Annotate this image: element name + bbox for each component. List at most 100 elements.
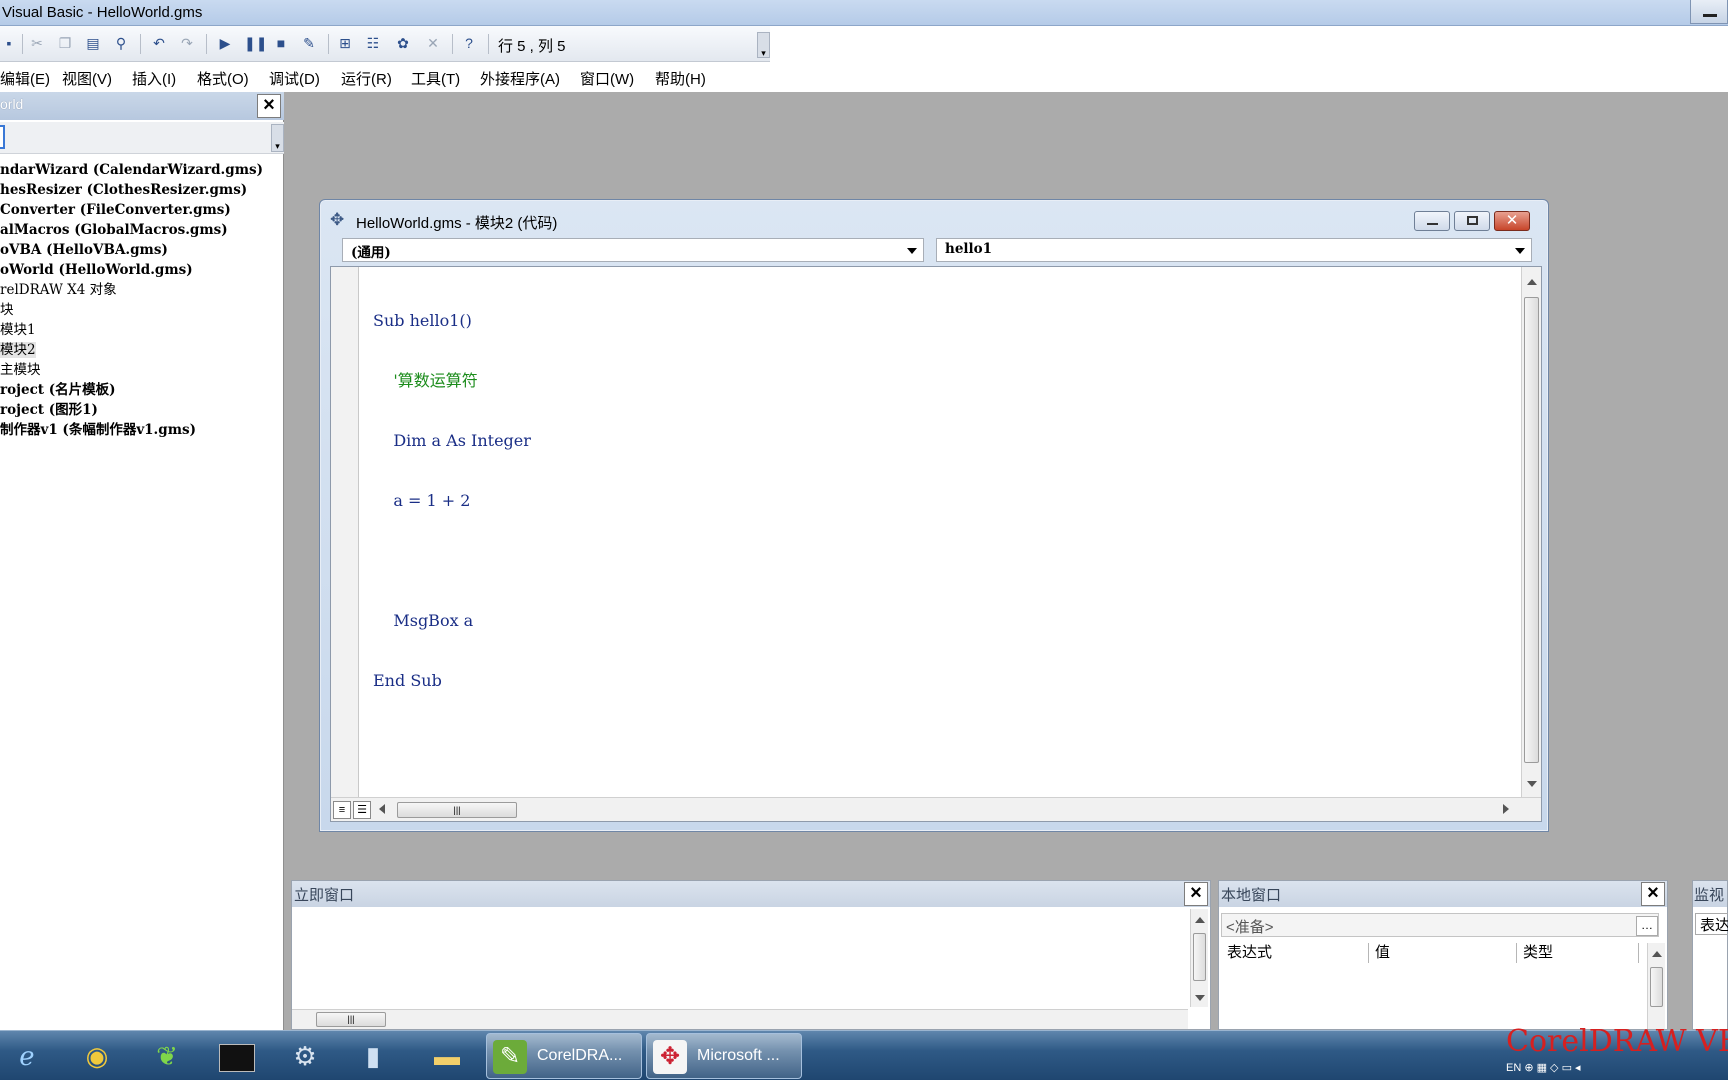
margin-indicator-bar[interactable] bbox=[331, 267, 359, 797]
run-icon[interactable]: ▶ bbox=[216, 34, 234, 52]
minimize-button[interactable] bbox=[1690, 0, 1728, 24]
column-header-type[interactable]: 类型 bbox=[1517, 943, 1639, 963]
undo-icon[interactable]: ↶ bbox=[150, 34, 168, 52]
settings-gear-icon[interactable]: ⚙ bbox=[282, 1036, 328, 1076]
call-stack-button[interactable]: … bbox=[1636, 916, 1658, 936]
scroll-up-icon[interactable] bbox=[1527, 279, 1537, 285]
paste-icon[interactable]: ▤ bbox=[84, 34, 102, 52]
reset-icon[interactable]: ■ bbox=[272, 34, 290, 52]
scroll-left-icon[interactable] bbox=[379, 804, 385, 814]
menu-help[interactable]: 帮助(H) bbox=[655, 68, 706, 89]
design-mode-icon[interactable]: ✎ bbox=[300, 34, 318, 52]
object-browser-icon[interactable]: ✿ bbox=[394, 34, 412, 52]
tree-node[interactable]: hesResizer (ClothesResizer.gms) bbox=[0, 180, 284, 200]
app-leaf-icon[interactable]: ❦ bbox=[144, 1036, 190, 1076]
internet-explorer-icon[interactable]: ℯ bbox=[4, 1036, 50, 1076]
vba-code-icon: ✥ bbox=[330, 210, 345, 229]
column-header-expression[interactable]: 表达 bbox=[1695, 913, 1728, 935]
tree-node-selected[interactable]: 模块2 bbox=[0, 340, 284, 360]
maximize-button[interactable] bbox=[1454, 211, 1490, 231]
tree-node[interactable]: roject (图形1) bbox=[0, 400, 284, 420]
scroll-up-icon[interactable] bbox=[1195, 917, 1205, 923]
break-icon[interactable]: ❚❚ bbox=[244, 34, 267, 52]
scroll-down-icon[interactable] bbox=[1527, 781, 1537, 787]
tree-node[interactable]: 块 bbox=[0, 300, 284, 320]
tree-node[interactable]: ndarWizard (CalendarWizard.gms) bbox=[0, 160, 284, 180]
tray-icons[interactable]: EN ⊕ ▦ ◇ ▭ ◂ bbox=[1506, 1061, 1581, 1074]
tree-node[interactable]: 模块1 bbox=[0, 320, 284, 340]
close-icon[interactable]: × bbox=[257, 94, 281, 118]
menu-tools[interactable]: 工具(T) bbox=[411, 68, 460, 89]
scroll-down-icon[interactable] bbox=[1195, 995, 1205, 1001]
menu-window[interactable]: 窗口(W) bbox=[580, 68, 634, 89]
properties-window-icon[interactable]: ☷ bbox=[364, 34, 382, 52]
menu-addins[interactable]: 外接程序(A) bbox=[480, 68, 560, 89]
scroll-thumb[interactable] bbox=[1650, 967, 1663, 1007]
code-line: MsgBox a bbox=[373, 611, 474, 630]
vertical-scrollbar[interactable] bbox=[1190, 909, 1208, 1007]
chevron-down-icon[interactable] bbox=[1515, 248, 1525, 254]
object-combo[interactable]: (通用) bbox=[342, 238, 924, 262]
watermark-text: CorelDRAW VBA bbox=[1506, 1024, 1728, 1059]
vertical-scrollbar[interactable] bbox=[1521, 267, 1541, 797]
close-button[interactable]: ✕ bbox=[1494, 211, 1530, 231]
tree-node[interactable]: 主模块 bbox=[0, 360, 284, 380]
column-header-expression[interactable]: 表达式 bbox=[1221, 943, 1369, 963]
scroll-thumb[interactable] bbox=[1193, 933, 1206, 981]
notepad-icon[interactable]: ▮ bbox=[350, 1036, 396, 1076]
menu-view[interactable]: 视图(V) bbox=[62, 68, 112, 89]
terminal-icon[interactable] bbox=[214, 1036, 260, 1076]
locals-window-title: 本地窗口 bbox=[1221, 887, 1282, 904]
menu-edit[interactable]: 编辑(E) bbox=[0, 68, 50, 89]
tree-node[interactable]: relDRAW X4 对象 bbox=[0, 280, 284, 300]
scroll-thumb[interactable]: ||| bbox=[316, 1012, 386, 1027]
menu-insert[interactable]: 插入(I) bbox=[132, 68, 176, 89]
menu-format[interactable]: 格式(O) bbox=[197, 68, 249, 89]
vertical-scrollbar[interactable] bbox=[1647, 943, 1665, 1029]
task-microsoft-vba[interactable]: ✥ Microsoft ... bbox=[646, 1033, 802, 1079]
toolbox-icon[interactable]: ✕ bbox=[424, 34, 442, 52]
help-icon[interactable]: ? bbox=[460, 34, 478, 52]
chevron-down-icon[interactable] bbox=[907, 248, 917, 254]
column-header-value[interactable]: 值 bbox=[1369, 943, 1517, 963]
code-editor[interactable]: Sub hello1() '算数运算符 Dim a As Integer a =… bbox=[330, 266, 1542, 822]
scroll-up-icon[interactable] bbox=[1652, 951, 1662, 957]
tree-node[interactable]: alMacros (GlobalMacros.gms) bbox=[0, 220, 284, 240]
folder-icon[interactable]: ▬ bbox=[424, 1036, 470, 1076]
view-code-button[interactable] bbox=[0, 125, 5, 149]
copy-icon[interactable]: ❐ bbox=[56, 34, 74, 52]
tree-node[interactable]: Converter (FileConverter.gms) bbox=[0, 200, 284, 220]
watch-window-header: 监视 bbox=[1693, 881, 1727, 907]
menu-debug[interactable]: 调试(D) bbox=[269, 68, 320, 89]
tree-node[interactable]: oVBA (HelloVBA.gms) bbox=[0, 240, 284, 260]
scroll-thumb[interactable]: ||| bbox=[397, 802, 517, 818]
procedure-view-icon[interactable]: ≡ bbox=[333, 801, 351, 819]
procedure-combo[interactable]: hello1 bbox=[936, 238, 1532, 262]
horizontal-scrollbar[interactable]: ||| bbox=[292, 1009, 1188, 1029]
tree-node[interactable]: 制作器v1 (条幅制作器v1.gms) bbox=[0, 420, 284, 440]
window-title: Visual Basic - HelloWorld.gms bbox=[2, 4, 203, 21]
tree-node[interactable]: oWorld (HelloWorld.gms) bbox=[0, 260, 284, 280]
cut-icon[interactable]: ✂ bbox=[28, 34, 46, 52]
code-window-title: HelloWorld.gms - 模块2 (代码) bbox=[356, 215, 558, 232]
immediate-input[interactable] bbox=[292, 909, 1188, 1007]
project-explorer-icon[interactable]: ⊞ bbox=[336, 34, 354, 52]
code-text[interactable]: Sub hello1() '算数运算符 Dim a As Integer a =… bbox=[373, 271, 531, 731]
scroll-thumb[interactable] bbox=[1524, 297, 1539, 763]
toolbar-overflow-icon[interactable]: ▾ bbox=[271, 124, 284, 152]
find-icon[interactable]: ⚲ bbox=[112, 34, 130, 52]
tree-node[interactable]: roject (名片模板) bbox=[0, 380, 284, 400]
full-module-view-icon[interactable]: ☰ bbox=[353, 801, 371, 819]
toolbar-overflow-icon[interactable]: ▾ bbox=[757, 32, 770, 58]
minimize-button[interactable] bbox=[1414, 211, 1450, 231]
close-icon[interactable]: × bbox=[1641, 882, 1665, 906]
scroll-right-icon[interactable] bbox=[1503, 804, 1509, 814]
toolbar-separator bbox=[206, 34, 207, 54]
chrome-icon[interactable]: ◉ bbox=[74, 1036, 120, 1076]
task-coreldraw[interactable]: ✎ CorelDRA... bbox=[486, 1033, 642, 1079]
close-icon[interactable]: × bbox=[1184, 882, 1208, 906]
redo-icon[interactable]: ↷ bbox=[178, 34, 196, 52]
horizontal-scrollbar[interactable]: ≡ ☰ ||| bbox=[331, 797, 1541, 821]
menu-run[interactable]: 运行(R) bbox=[341, 68, 392, 89]
save-icon[interactable]: ▪ bbox=[0, 34, 18, 52]
